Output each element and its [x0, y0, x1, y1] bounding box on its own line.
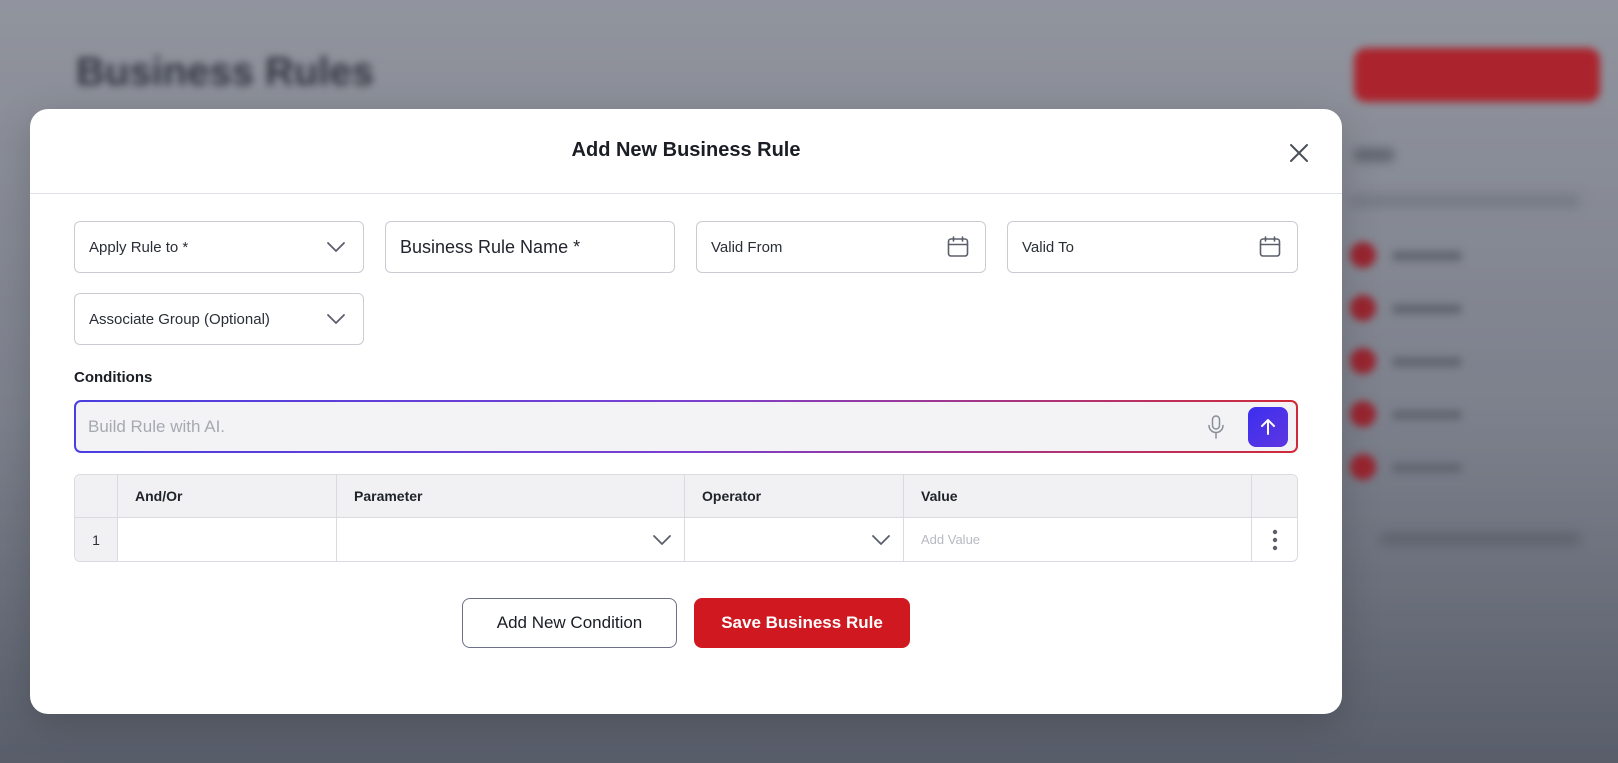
business-rule-name-label: Business Rule Name * — [400, 236, 581, 257]
ai-rule-builder-inner — [76, 402, 1296, 451]
save-business-rule-button[interactable]: Save Business Rule — [694, 598, 910, 648]
chevron-down-icon — [323, 306, 349, 332]
associate-group-label: Associate Group (Optional) — [89, 310, 270, 328]
chevron-down-icon — [653, 534, 671, 545]
row-menu-button[interactable] — [1252, 518, 1297, 561]
ai-rule-input[interactable] — [88, 416, 1202, 437]
valid-from-date-field[interactable]: Valid From — [696, 221, 986, 273]
column-header-index — [75, 475, 118, 517]
microphone-button[interactable] — [1202, 413, 1230, 441]
business-rule-name-field[interactable]: Business Rule Name * — [385, 221, 675, 273]
column-header-parameter: Parameter — [337, 475, 685, 517]
add-business-rule-modal: Add New Business Rule Apply Rule to * Bu… — [30, 109, 1342, 714]
close-icon — [1290, 144, 1308, 162]
valid-to-label: Valid To — [1022, 238, 1074, 256]
apply-rule-to-label: Apply Rule to * — [89, 238, 189, 256]
calendar-icon[interactable] — [945, 234, 971, 260]
add-new-condition-button[interactable]: Add New Condition — [462, 598, 677, 648]
arrow-up-icon — [1261, 418, 1275, 435]
and-or-cell[interactable] — [118, 518, 337, 561]
apply-rule-to-select[interactable]: Apply Rule to * — [74, 221, 364, 273]
table-header: And/Or Parameter Operator Value — [75, 475, 1297, 518]
calendar-icon[interactable] — [1257, 234, 1283, 260]
column-header-operator: Operator — [685, 475, 904, 517]
more-vertical-icon — [1272, 529, 1277, 550]
valid-to-date-field[interactable]: Valid To — [1007, 221, 1298, 273]
send-button[interactable] — [1248, 406, 1288, 447]
modal-title: Add New Business Rule — [571, 139, 801, 161]
operator-select[interactable] — [685, 518, 904, 561]
column-header-and-or: And/Or — [118, 475, 337, 517]
column-header-value: Value — [904, 475, 1252, 517]
conditions-label: Conditions — [74, 369, 153, 386]
conditions-table: And/Or Parameter Operator Value 1 Add Va… — [74, 474, 1298, 562]
chevron-down-icon — [323, 234, 349, 260]
microphone-icon — [1208, 414, 1224, 439]
value-input[interactable]: Add Value — [904, 518, 1252, 561]
column-header-actions — [1252, 475, 1297, 517]
table-row: 1 Add Value — [75, 518, 1297, 561]
valid-from-label: Valid From — [711, 238, 783, 256]
parameter-select[interactable] — [337, 518, 685, 561]
ai-rule-builder — [74, 400, 1298, 453]
close-button[interactable] — [1286, 140, 1312, 166]
associate-group-select[interactable]: Associate Group (Optional) — [74, 293, 364, 345]
modal-header: Add New Business Rule — [30, 109, 1342, 194]
chevron-down-icon — [872, 534, 890, 545]
row-index: 1 — [75, 518, 118, 561]
